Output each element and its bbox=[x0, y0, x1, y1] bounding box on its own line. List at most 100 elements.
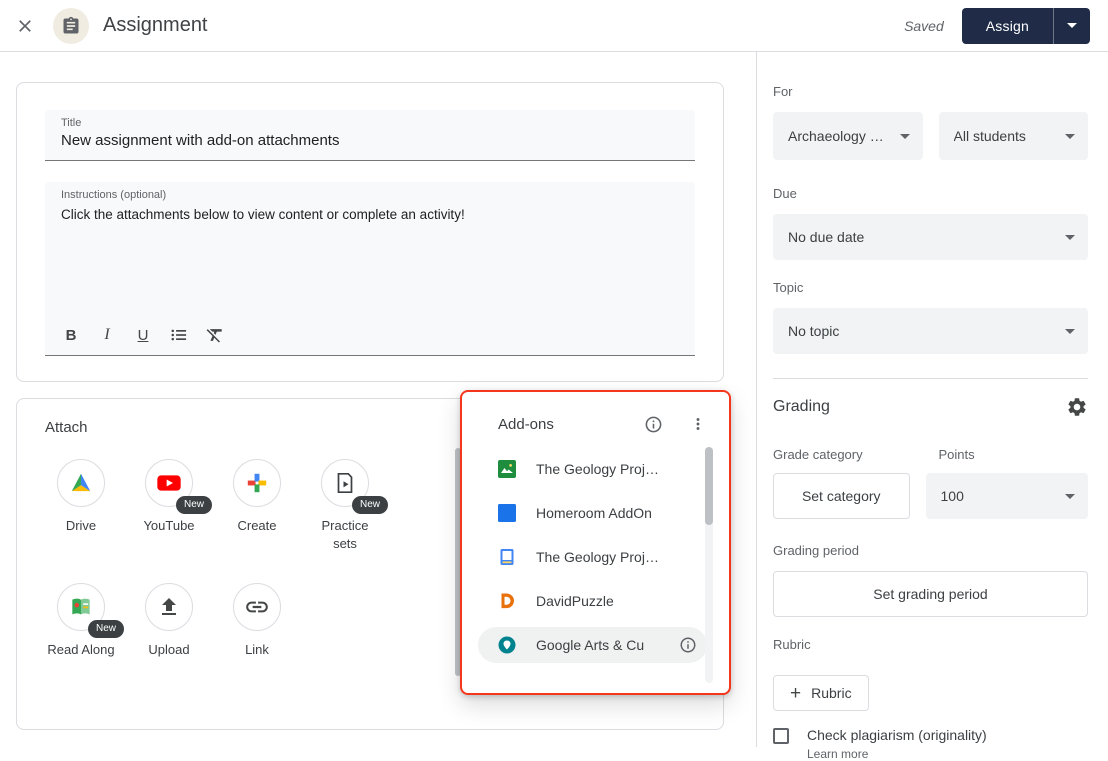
addon-item-geology-1[interactable]: The Geology Proj… bbox=[462, 447, 729, 491]
davidpuzzle-icon bbox=[498, 592, 516, 610]
youtube-icon-circle: New bbox=[145, 459, 193, 507]
link-icon bbox=[244, 594, 270, 620]
title-field[interactable]: Title bbox=[45, 110, 695, 161]
attach-item-label: Create bbox=[237, 517, 276, 535]
attach-link-button[interactable]: Link bbox=[213, 583, 301, 659]
grading-settings-button[interactable] bbox=[1066, 396, 1088, 418]
bulleted-list-button[interactable] bbox=[161, 319, 197, 351]
add-rubric-label: Rubric bbox=[811, 685, 851, 701]
drive-icon bbox=[68, 470, 94, 496]
bulleted-list-icon bbox=[169, 325, 189, 345]
addon-item-geology-2[interactable]: The Geology Proj… bbox=[462, 535, 729, 579]
set-grading-period-button[interactable]: Set grading period bbox=[773, 571, 1088, 617]
addons-scrollbar-thumb[interactable] bbox=[705, 447, 713, 525]
divider bbox=[773, 378, 1088, 379]
learn-more-link[interactable]: Learn more bbox=[807, 747, 987, 761]
attach-heading: Attach bbox=[45, 419, 88, 436]
bold-button[interactable]: B bbox=[53, 319, 89, 351]
instructions-label: Instructions (optional) bbox=[45, 182, 695, 201]
due-date-value: No due date bbox=[788, 229, 864, 245]
attach-practice-sets-button[interactable]: New Practice sets bbox=[301, 459, 389, 553]
practice-sets-icon-circle: New bbox=[321, 459, 369, 507]
attach-row: Drive New YouTube Create New Practice se… bbox=[37, 459, 389, 553]
practice-sets-icon bbox=[333, 471, 357, 495]
upload-icon bbox=[157, 595, 181, 619]
addons-menu-button[interactable] bbox=[689, 415, 707, 433]
attach-drive-button[interactable]: Drive bbox=[37, 459, 125, 553]
close-icon bbox=[15, 16, 35, 36]
upload-icon-circle bbox=[145, 583, 193, 631]
addons-info-button[interactable] bbox=[644, 415, 663, 434]
addon-item-google-arts[interactable]: Google Arts & Cu bbox=[478, 627, 707, 663]
due-date-select[interactable]: No due date bbox=[773, 214, 1088, 260]
assignment-icon-badge bbox=[53, 8, 89, 44]
addons-scrollbar[interactable] bbox=[705, 447, 713, 683]
addon-item-davidpuzzle[interactable]: DavidPuzzle bbox=[462, 579, 729, 623]
close-button[interactable] bbox=[13, 14, 37, 38]
addon-name: Google Arts & Cu bbox=[536, 637, 644, 653]
addon-item-homeroom[interactable]: Homeroom AddOn bbox=[462, 491, 729, 535]
create-icon-circle bbox=[233, 459, 281, 507]
chevron-down-icon bbox=[1065, 494, 1075, 499]
new-badge: New bbox=[176, 496, 212, 514]
clear-formatting-button[interactable] bbox=[197, 319, 233, 351]
save-status: Saved bbox=[904, 18, 944, 34]
set-grading-period-label: Set grading period bbox=[873, 586, 987, 602]
new-badge: New bbox=[88, 620, 124, 638]
drive-icon-circle bbox=[57, 459, 105, 507]
for-label: For bbox=[773, 84, 1088, 100]
rubric-label: Rubric bbox=[773, 637, 1088, 653]
attach-item-label: Drive bbox=[66, 517, 96, 535]
attach-youtube-button[interactable]: New YouTube bbox=[125, 459, 213, 553]
clear-formatting-icon bbox=[205, 325, 225, 345]
grading-period-label: Grading period bbox=[773, 543, 1088, 559]
geology-project-icon bbox=[498, 460, 516, 478]
assign-split-button: Assign bbox=[962, 8, 1090, 44]
chevron-down-icon bbox=[1065, 235, 1075, 240]
class-select[interactable]: Archaeology … bbox=[773, 112, 923, 160]
top-bar: Assignment Saved Assign bbox=[0, 0, 1108, 52]
gear-icon bbox=[1066, 396, 1088, 418]
italic-button[interactable]: I bbox=[89, 319, 125, 351]
plagiarism-checkbox[interactable] bbox=[773, 728, 789, 744]
instructions-input[interactable]: Click the attachments below to view cont… bbox=[45, 201, 695, 224]
underline-button[interactable]: U bbox=[125, 319, 161, 351]
topic-value: No topic bbox=[788, 323, 839, 339]
read-along-icon-circle: New bbox=[57, 583, 105, 631]
attach-read-along-button[interactable]: New Read Along bbox=[37, 583, 125, 659]
assign-dropdown-button[interactable] bbox=[1053, 8, 1090, 44]
addons-popup: Add-ons The Geology Proj… Homeroom AddOn bbox=[460, 390, 731, 695]
attach-item-label: Upload bbox=[148, 641, 189, 659]
plus-icon: + bbox=[790, 684, 801, 703]
attach-item-label: Read Along bbox=[47, 641, 114, 659]
due-label: Due bbox=[773, 186, 1088, 202]
assignment-details-card: Title Instructions (optional) Click the … bbox=[16, 82, 724, 382]
addons-list: The Geology Proj… Homeroom AddOn The Geo… bbox=[462, 447, 729, 663]
attach-upload-button[interactable]: Upload bbox=[125, 583, 213, 659]
title-input[interactable] bbox=[45, 129, 695, 149]
grade-category-select[interactable]: Set category bbox=[773, 473, 910, 519]
attach-item-label: Link bbox=[245, 641, 269, 659]
assignment-icon bbox=[61, 16, 81, 36]
points-select[interactable]: 100 bbox=[926, 473, 1089, 519]
attach-create-button[interactable]: Create bbox=[213, 459, 301, 553]
grade-category-label: Grade category bbox=[773, 447, 923, 463]
students-select-value: All students bbox=[954, 128, 1026, 144]
grading-heading: Grading bbox=[773, 398, 830, 416]
addons-popup-header: Add-ons bbox=[462, 392, 729, 434]
info-icon bbox=[679, 636, 697, 654]
addon-info-button[interactable] bbox=[679, 636, 697, 654]
attach-row: New Read Along Upload Link bbox=[37, 583, 301, 659]
add-rubric-button[interactable]: + Rubric bbox=[773, 675, 869, 711]
instructions-field[interactable]: Instructions (optional) Click the attach… bbox=[45, 182, 695, 356]
addon-name: DavidPuzzle bbox=[536, 593, 614, 609]
geology-project-doc-icon bbox=[498, 548, 516, 566]
students-select[interactable]: All students bbox=[939, 112, 1089, 160]
assign-button[interactable]: Assign bbox=[962, 8, 1053, 44]
google-arts-culture-icon bbox=[498, 636, 516, 654]
chevron-down-icon bbox=[900, 134, 910, 139]
addon-name: The Geology Proj… bbox=[536, 461, 659, 477]
points-value: 100 bbox=[941, 488, 964, 504]
topic-select[interactable]: No topic bbox=[773, 308, 1088, 354]
addon-name: Homeroom AddOn bbox=[536, 505, 652, 521]
